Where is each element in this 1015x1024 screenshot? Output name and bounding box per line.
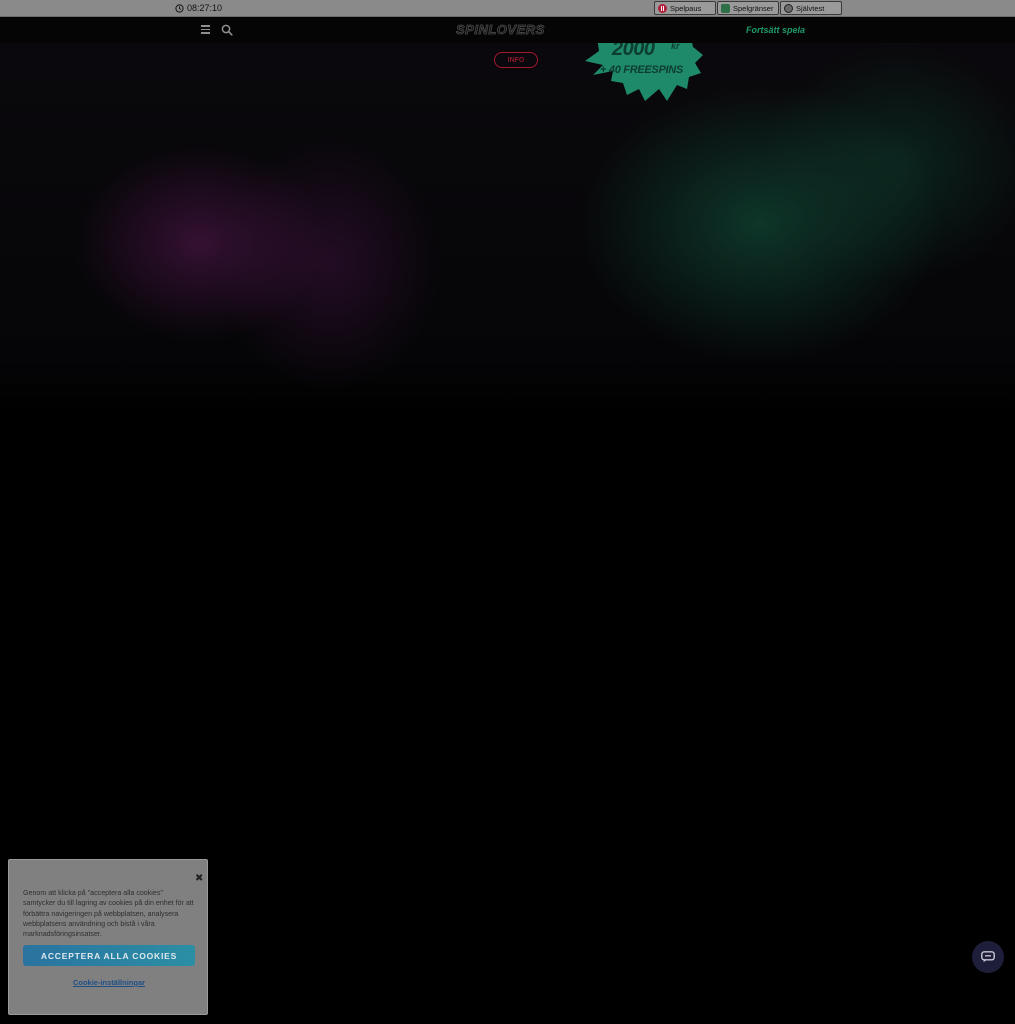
accept-all-cookies-button[interactable]: ACCEPTERA ALLA COOKIES: [23, 945, 195, 966]
chat-icon: [981, 951, 995, 963]
spelpaus-button[interactable]: Spelpaus: [654, 1, 716, 15]
pause-icon: [658, 3, 667, 13]
hamburger-menu-icon[interactable]: [201, 25, 210, 34]
chat-button[interactable]: [972, 941, 1004, 973]
continue-playing-link[interactable]: Fortsätt spela: [746, 25, 805, 35]
responsible-gaming-buttons: Spelpaus Spelgränser Självtest: [654, 1, 842, 15]
spelpaus-label: Spelpaus: [670, 3, 702, 13]
search-icon[interactable]: [221, 24, 233, 36]
sjalvtest-button[interactable]: Självtest: [780, 1, 842, 15]
site-logo[interactable]: SPINLOVERS: [456, 22, 545, 38]
cookie-text: Genom att klicka på "acceptera alla cook…: [23, 889, 194, 939]
bonus-amount: 2000: [612, 43, 655, 60]
limits-icon: [721, 3, 730, 13]
close-icon[interactable]: ✖: [195, 873, 203, 884]
top-status-bar: 08:27:10 Spelpaus Spelgränser Självtest: [0, 0, 1015, 17]
clock: 08:27:10: [175, 3, 222, 13]
main-navbar: SPINLOVERS Fortsätt spela: [0, 17, 1015, 43]
bonus-currency: kr: [671, 43, 680, 51]
cookie-settings-link[interactable]: Cookie-inställningar: [9, 978, 209, 987]
clock-time: 08:27:10: [187, 3, 223, 13]
info-button[interactable]: INFO: [494, 52, 538, 68]
clock-icon: [175, 3, 184, 13]
spelgranser-label: Spelgränser: [733, 3, 774, 13]
hero-banner: INFO 2000 kr + 40 FREESPINS: [0, 43, 1015, 435]
cookie-banner: ✖ Genom att klicka på "acceptera alla co…: [8, 859, 208, 1015]
selftest-icon: [784, 3, 793, 13]
sjalvtest-label: Självtest: [796, 3, 825, 13]
bonus-freespins: + 40 FREESPINS: [600, 64, 683, 76]
spelgranser-button[interactable]: Spelgränser: [717, 1, 779, 15]
